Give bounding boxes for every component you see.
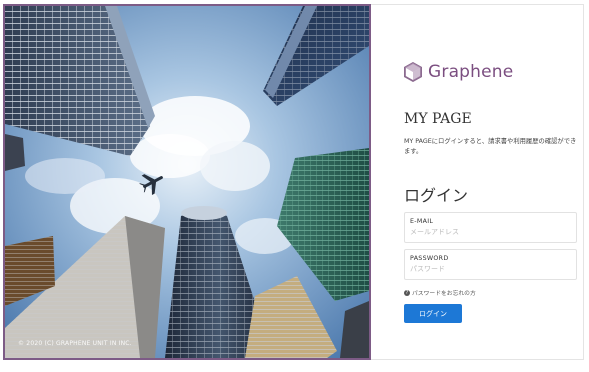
question-circle-icon: ? <box>404 289 410 296</box>
hero-image: © 2020 (C) GRAPHENE UNIT IN INC. <box>3 4 371 360</box>
login-heading: ログイン <box>404 186 469 205</box>
login-panel: Graphene MY PAGE MY PAGEにログインすると、請求書や利用履… <box>371 4 584 360</box>
copyright-text: © 2020 (C) GRAPHENE UNIT IN INC. <box>18 340 132 347</box>
password-label: PASSWORD <box>410 255 449 262</box>
page-intro: MY PAGEにログインすると、請求書や利用履歴の確認ができます。 <box>404 138 577 155</box>
email-input[interactable] <box>409 228 571 236</box>
email-field[interactable]: E-MAIL <box>404 212 577 243</box>
email-label: E-MAIL <box>410 218 434 225</box>
brand-name: Graphene <box>428 62 514 82</box>
page-title: MY PAGE <box>404 111 472 127</box>
brand-logo[interactable]: Graphene <box>404 62 513 82</box>
login-button[interactable]: ログイン <box>404 304 462 323</box>
password-input[interactable] <box>409 265 571 273</box>
forgot-password-label: パスワードをお忘れの方 <box>412 291 476 297</box>
password-field[interactable]: PASSWORD <box>404 249 577 280</box>
forgot-password-link[interactable]: ? パスワードをお忘れの方 <box>404 288 476 297</box>
graphene-hexagon-icon <box>404 62 422 82</box>
